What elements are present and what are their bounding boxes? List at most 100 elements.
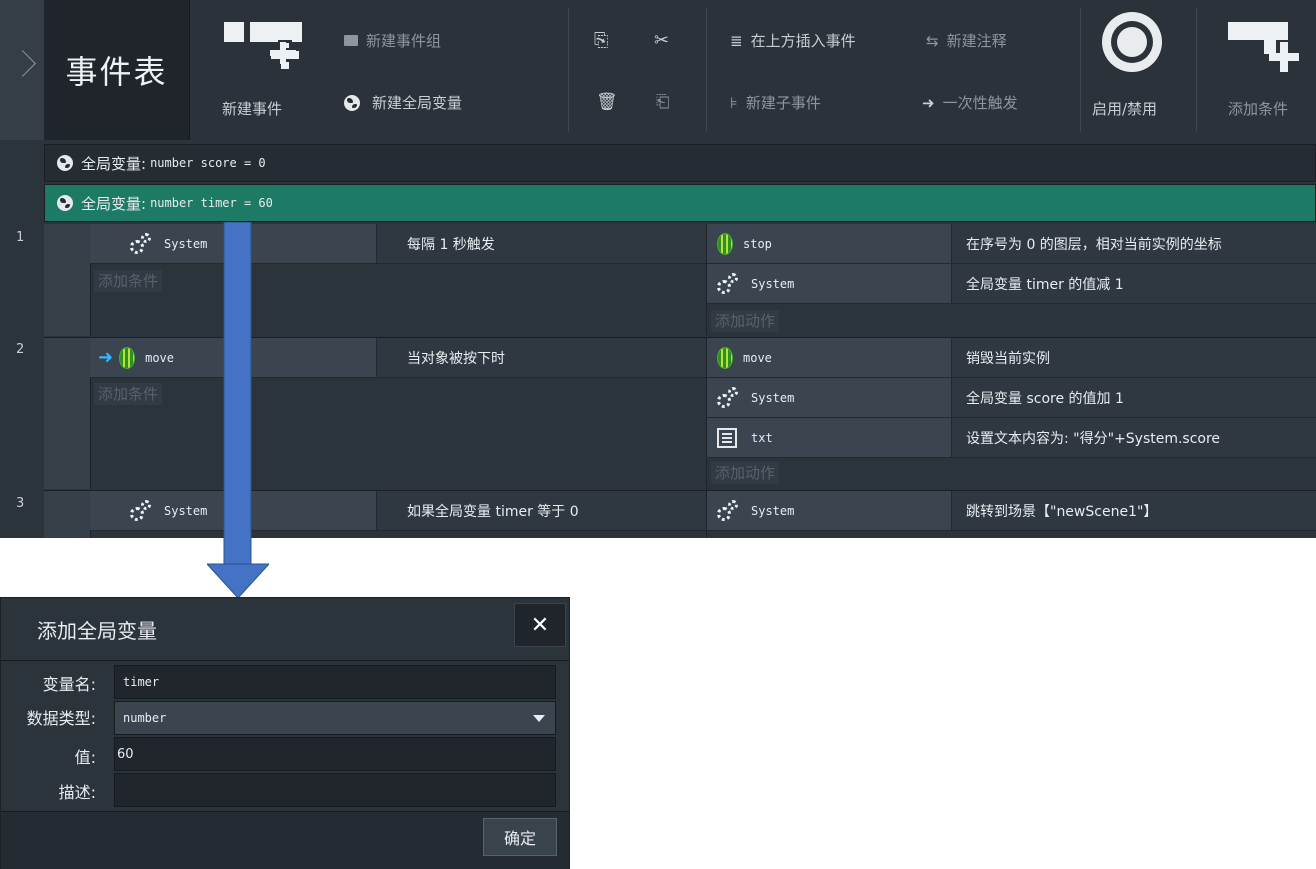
page-title: 事件表 xyxy=(44,0,190,140)
new-sub-event-button[interactable]: ⊧ 新建子事件 xyxy=(730,92,821,113)
action-object[interactable]: move xyxy=(707,338,951,378)
value-field[interactable]: 60 xyxy=(114,737,556,771)
add-action-link[interactable]: 添加动作 xyxy=(711,310,780,332)
globe-icon xyxy=(57,195,73,211)
event-gutter[interactable] xyxy=(44,224,91,336)
description-label: 描述: xyxy=(58,783,96,802)
global-var-row-score[interactable]: 全局变量: number score = 0 xyxy=(44,144,1316,182)
event-sheet-editor: 事件表 新建事件 新建事件组 新建全局变量 ⎘ ✂ 🗑 ⎗ ≣ 在上方插入事件 xyxy=(0,0,1316,538)
add-condition-icon[interactable] xyxy=(1228,22,1308,72)
add-condition-button[interactable]: 添加条件 xyxy=(1228,98,1288,119)
list-icon: ≣ xyxy=(730,31,743,50)
gear-icon xyxy=(717,272,739,295)
object-name: txt xyxy=(751,430,773,445)
new-comment-button[interactable]: ⇆ 新建注释 xyxy=(926,30,1007,51)
variable-name-field[interactable]: timer xyxy=(114,665,556,699)
description-field[interactable] xyxy=(114,773,556,807)
gear-icon xyxy=(717,499,739,522)
event-number: 3 xyxy=(16,496,25,511)
action-object[interactable]: System xyxy=(707,378,951,418)
arrow-right-icon: ➜ xyxy=(922,93,935,112)
enable-disable-icon[interactable] xyxy=(1102,12,1162,72)
melon-icon xyxy=(119,346,136,369)
global-var-label: 全局变量: xyxy=(81,194,147,213)
event-number: 2 xyxy=(16,342,25,357)
annotation-arrow xyxy=(207,222,269,598)
global-var-decl: number score = 0 xyxy=(150,156,266,170)
toolbar-divider xyxy=(1196,8,1197,132)
melon-icon xyxy=(717,346,733,369)
global-var-label: 全局变量: xyxy=(81,154,147,173)
object-name: System xyxy=(164,503,208,518)
event-number: 1 xyxy=(16,230,25,245)
paste-icon[interactable]: ⎗ xyxy=(656,92,670,112)
new-event-group-label: 新建事件组 xyxy=(366,32,442,50)
add-action-link[interactable]: 添加动作 xyxy=(711,462,780,484)
data-type-label: 数据类型: xyxy=(26,709,96,728)
close-button[interactable]: ✕ xyxy=(514,603,566,647)
action-object[interactable]: txt xyxy=(707,418,951,458)
action-text[interactable]: 全局变量 score 的值加 1 xyxy=(951,378,1316,418)
gear-icon xyxy=(717,386,739,409)
data-type-select[interactable]: number xyxy=(114,701,556,735)
toolbar-divider xyxy=(706,8,707,132)
sidebar-toggle-button[interactable] xyxy=(0,0,45,140)
sub-event-icon: ⊧ xyxy=(730,93,738,112)
condition-text[interactable]: 当对象被按下时 xyxy=(376,338,706,378)
trigger-once-label: 一次性触发 xyxy=(942,94,1018,112)
new-global-var-button[interactable]: 新建全局变量 xyxy=(344,92,462,113)
global-var-row-timer[interactable]: 全局变量: number timer = 60 xyxy=(44,184,1316,222)
gear-icon xyxy=(130,232,152,255)
action-object[interactable]: System xyxy=(707,491,951,531)
variable-name-label: 变量名: xyxy=(42,675,96,694)
globe-icon xyxy=(344,94,360,111)
object-name: System xyxy=(751,390,795,405)
toolbar-divider xyxy=(1080,8,1081,132)
condition-text[interactable]: 如果全局变量 timer 等于 0 xyxy=(376,491,706,531)
event-gutter[interactable] xyxy=(44,491,91,538)
enable-disable-button[interactable]: 启用/禁用 xyxy=(1092,98,1157,119)
new-event-group-button[interactable]: 新建事件组 xyxy=(344,30,441,51)
new-comment-label: 新建注释 xyxy=(946,32,1007,50)
new-global-var-label: 新建全局变量 xyxy=(372,94,463,112)
action-object[interactable]: stop xyxy=(707,224,951,264)
add-global-variable-dialog: 添加全局变量 ✕ 变量名: timer 数据类型: number 值: 60 描… xyxy=(0,597,570,869)
add-condition-link[interactable]: 添加条件 xyxy=(94,270,163,292)
globe-icon xyxy=(57,155,73,171)
gear-icon xyxy=(130,499,152,522)
action-object[interactable]: System xyxy=(707,264,951,304)
event-gutter[interactable] xyxy=(44,338,91,489)
insert-above-label: 在上方插入事件 xyxy=(750,32,856,50)
action-text[interactable]: 设置文本内容为: "得分"+System.score xyxy=(951,418,1316,458)
action-text[interactable]: 在序号为 0 的图层，相对当前实例的坐标 xyxy=(951,224,1316,264)
data-type-value: number xyxy=(123,711,167,725)
toolbar: 事件表 新建事件 新建事件组 新建全局变量 ⎘ ✂ 🗑 ⎗ ≣ 在上方插入事件 xyxy=(0,0,1316,140)
action-text[interactable]: 全局变量 timer 的值减 1 xyxy=(951,264,1316,304)
dialog-title: 添加全局变量 xyxy=(37,619,157,643)
copy-icon[interactable]: ⎘ xyxy=(594,30,608,51)
new-event-icon[interactable] xyxy=(224,22,304,72)
action-text[interactable]: 跳转到场景【"newScene1"】 xyxy=(951,491,1316,531)
dialog-header: 添加全局变量 ✕ xyxy=(1,598,569,661)
chevron-right-icon xyxy=(9,50,36,77)
delete-icon[interactable]: 🗑 xyxy=(596,92,618,112)
text-object-icon xyxy=(717,427,737,448)
object-name: move xyxy=(743,350,772,365)
object-name: stop xyxy=(743,236,772,251)
object-name: move xyxy=(145,350,174,365)
ok-button[interactable]: 确定 xyxy=(483,818,557,856)
insert-above-button[interactable]: ≣ 在上方插入事件 xyxy=(730,30,856,51)
object-name: System xyxy=(164,236,208,251)
condition-text[interactable]: 每隔 1 秒触发 xyxy=(376,224,706,264)
object-name: System xyxy=(751,503,795,518)
folder-icon xyxy=(344,35,358,46)
chevron-down-icon xyxy=(533,715,545,722)
trigger-once-button[interactable]: ➜ 一次性触发 xyxy=(922,92,1018,113)
add-condition-link[interactable]: 添加条件 xyxy=(94,383,163,405)
cut-icon[interactable]: ✂ xyxy=(654,30,669,51)
action-text[interactable]: 销毁当前实例 xyxy=(951,338,1316,378)
new-event-button[interactable]: 新建事件 xyxy=(222,98,282,119)
comment-icon: ⇆ xyxy=(926,31,939,50)
new-sub-event-label: 新建子事件 xyxy=(745,94,821,112)
trigger-arrow-icon: ➜ xyxy=(98,347,114,368)
